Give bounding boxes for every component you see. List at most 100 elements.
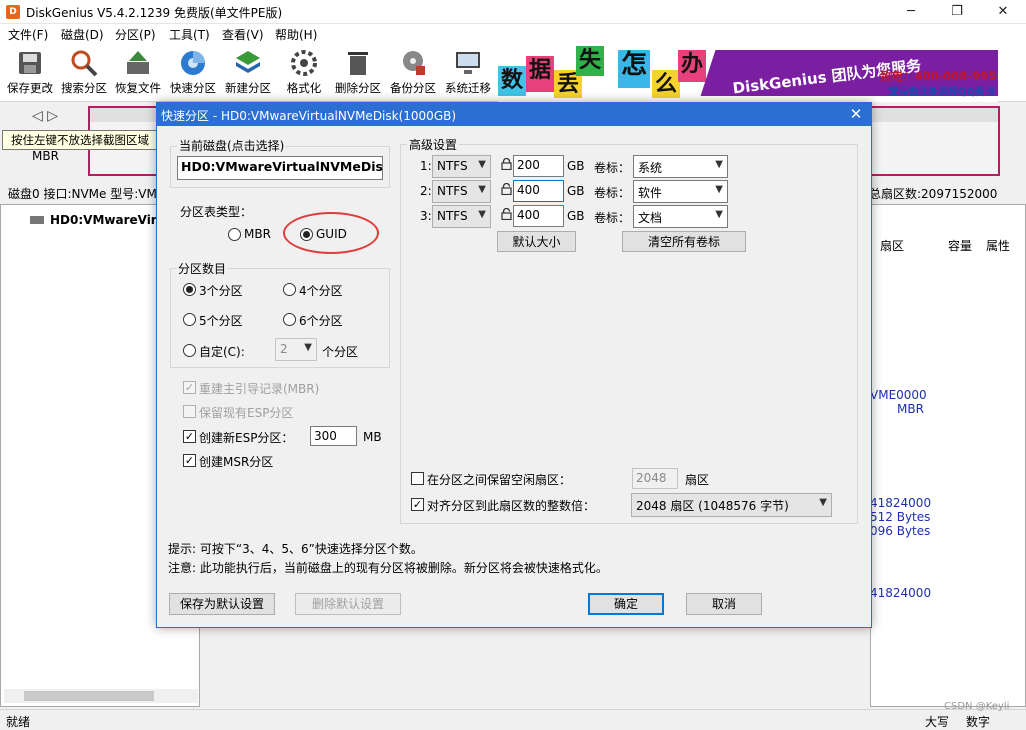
chevron-down-icon: ▼ — [715, 184, 723, 195]
chevron-down-icon: ▼ — [478, 159, 486, 170]
msr-label[interactable]: 创建MSR分区 — [199, 453, 273, 470]
toolbar-label: 恢复文件 — [115, 81, 161, 95]
lock-closed-icon[interactable] — [501, 158, 512, 170]
tree-item-disk[interactable]: HD0:VMwareVir — [50, 213, 157, 227]
delete-icon — [348, 52, 368, 75]
volume-label-select[interactable]: 文档 ▼ — [633, 205, 728, 228]
menu-help[interactable]: 帮助(H) — [275, 26, 317, 43]
info-value: 41824000 — [870, 496, 932, 510]
three-partitions-radio[interactable] — [183, 283, 196, 296]
menu-view[interactable]: 查看(V) — [222, 26, 264, 43]
save-changes-button[interactable]: 保存更改 — [3, 48, 57, 100]
volume-label-select[interactable]: 软件 ▼ — [633, 180, 728, 203]
column-header-capacity[interactable]: 容量 — [948, 237, 972, 254]
partition-size-input[interactable]: 200 — [513, 155, 564, 177]
info-value: MBR — [897, 402, 924, 416]
column-header-attribute[interactable]: 属性 — [986, 237, 1010, 254]
dialog-close-button[interactable]: ✕ — [842, 103, 870, 126]
reserve-free-sectors-label[interactable]: 在分区之间保留空闲扇区： — [427, 471, 571, 488]
window-title: DiskGenius V5.4.2.1239 免费版(单文件PE版) — [26, 6, 283, 20]
advertisement-banner[interactable]: 数 据 丢 失 怎 么 办 DiskGenius 团队为您服务 致电：400-0… — [498, 44, 998, 102]
menu-disk[interactable]: 磁盘(D) — [61, 26, 104, 43]
search-partition-button[interactable]: 搜索分区 — [57, 48, 111, 100]
partition-size-input[interactable]: 400 — [513, 205, 564, 227]
new-esp-checkbox[interactable]: ✓ — [183, 430, 196, 443]
disk-nav-arrows[interactable]: ◁ ▷ — [32, 108, 58, 124]
msr-checkbox[interactable]: ✓ — [183, 454, 196, 467]
custom-count-select[interactable]: 2 ▼ — [275, 338, 317, 361]
save-default-button[interactable]: 保存为默认设置 — [169, 593, 275, 615]
toolbar-label: 新建分区 — [225, 81, 271, 95]
maximize-button[interactable]: ❐ — [942, 2, 972, 22]
toolbar-label: 删除分区 — [335, 81, 381, 95]
recover-files-button[interactable]: 恢复文件 — [111, 48, 165, 100]
menu-tools[interactable]: 工具(T) — [169, 26, 210, 43]
close-button[interactable]: ✕ — [988, 2, 1018, 22]
recover-icon — [127, 51, 149, 74]
quick-partition-button[interactable]: 快速分区 — [166, 48, 220, 100]
banner-qq-link[interactable]: 或点击此处选择QQ咨询 — [888, 83, 995, 98]
new-partition-button[interactable]: 新建分区 — [221, 48, 275, 100]
volume-label-caption: 卷标： — [594, 161, 631, 175]
filesystem-select[interactable]: NTFS ▼ — [432, 180, 491, 203]
delete-default-button[interactable]: 删除默认设置 — [295, 593, 401, 615]
banner-char: 数 — [498, 66, 526, 96]
four-partitions-radio[interactable] — [283, 283, 296, 296]
backup-partition-button[interactable]: 备份分区 — [386, 48, 440, 100]
reserve-free-sectors-checkbox[interactable] — [411, 472, 424, 485]
six-partitions-label[interactable]: 6个分区 — [299, 312, 343, 329]
status-text: 就绪 — [6, 715, 31, 729]
new-esp-label[interactable]: 创建新ESP分区： — [199, 429, 293, 446]
mbr-radio[interactable] — [228, 228, 241, 241]
minimize-button[interactable]: ─ — [896, 2, 926, 22]
cancel-button[interactable]: 取消 — [686, 593, 762, 615]
partition-size-input[interactable]: 400 — [513, 180, 564, 202]
align-partitions-label[interactable]: 对齐分区到此扇区数的整数倍： — [427, 497, 595, 514]
menu-bar: 文件(F) 磁盘(D) 分区(P) 工具(T) 查看(V) 帮助(H) — [0, 24, 1026, 44]
align-partitions-checkbox[interactable]: ✓ — [411, 498, 424, 511]
lock-open-icon[interactable] — [501, 183, 512, 195]
clear-volume-labels-button[interactable]: 清空所有卷标 — [622, 231, 746, 252]
alignment-select[interactable]: 2048 扇区 (1048576 字节) ▼ — [631, 493, 832, 517]
filesystem-value: NTFS — [437, 209, 468, 223]
custom-count-value: 2 — [280, 342, 288, 356]
migrate-icon — [456, 52, 480, 74]
custom-partitions-label[interactable]: 自定(C): — [199, 343, 245, 360]
banner-char: 办 — [678, 50, 706, 82]
rebuild-mbr-checkbox[interactable]: ✓ — [183, 381, 196, 394]
four-partitions-label[interactable]: 4个分区 — [299, 282, 343, 299]
filesystem-select[interactable]: NTFS ▼ — [432, 155, 491, 178]
format-button[interactable]: 格式化 — [277, 48, 331, 100]
custom-partitions-radio[interactable] — [183, 344, 196, 357]
toolbar-label: 搜索分区 — [61, 81, 107, 95]
five-partitions-radio[interactable] — [183, 313, 196, 326]
total-sectors-label: 总扇区数:2097152000 — [869, 187, 998, 201]
three-partitions-label[interactable]: 3个分区 — [199, 282, 243, 299]
column-header-sector[interactable]: 扇区 — [880, 237, 904, 254]
warning-text: 注意: 此功能执行后，当前磁盘上的现有分区将被删除。新分区将会被快速格式化。 — [168, 561, 608, 575]
disk-icon — [30, 216, 44, 224]
custom-count-suffix: 个分区 — [322, 345, 359, 359]
tree-scrollbar-thumb[interactable] — [24, 691, 154, 701]
reserve-sectors-input[interactable]: 2048 — [632, 468, 678, 489]
ok-button[interactable]: 确定 — [588, 593, 664, 615]
esp-size-input[interactable]: 300 — [310, 426, 357, 446]
numlock-indicator: 数字 — [966, 715, 991, 729]
toolbar-label: 格式化 — [286, 81, 322, 95]
mbr-radio-label[interactable]: MBR — [244, 227, 271, 241]
current-disk-field[interactable]: HD0:VMwareVirtualNVMeDisk — [177, 156, 383, 180]
chevron-down-icon: ▼ — [819, 497, 827, 508]
system-migration-button[interactable]: 系统迁移 — [441, 48, 495, 100]
five-partitions-label[interactable]: 5个分区 — [199, 312, 243, 329]
menu-partition[interactable]: 分区(P) — [115, 26, 156, 43]
delete-partition-button[interactable]: 删除分区 — [331, 48, 385, 100]
disk-style-label: MBR — [32, 149, 59, 163]
info-value: VME0000 — [870, 388, 927, 402]
keep-esp-checkbox[interactable] — [183, 405, 196, 418]
six-partitions-radio[interactable] — [283, 313, 296, 326]
filesystem-select[interactable]: NTFS ▼ — [432, 205, 491, 228]
volume-label-select[interactable]: 系统 ▼ — [633, 155, 728, 178]
menu-file[interactable]: 文件(F) — [8, 26, 48, 43]
lock-open-icon[interactable] — [501, 208, 512, 220]
default-size-button[interactable]: 默认大小 — [497, 231, 576, 252]
